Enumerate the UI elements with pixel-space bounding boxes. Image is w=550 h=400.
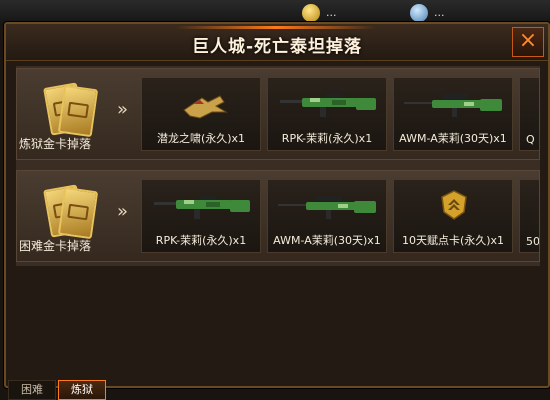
item-name: RPK-茉莉(永久)x1 (281, 132, 373, 145)
coin-amount: ... (326, 6, 337, 19)
coin-icon (302, 4, 320, 22)
sniper-icon (278, 196, 376, 219)
drop-dialog: 巨人城-死亡泰坦掉落 × 炼狱金卡掉落 » 潜龙之啸(永久)x1 RPK-茉莉(… (4, 22, 550, 388)
drop-item[interactable]: 50 (519, 179, 540, 253)
double-chevron-icon: » (117, 201, 129, 222)
gem-icon (410, 4, 428, 22)
title-glow (176, 26, 376, 29)
item-name: 10天赋点卡(永久)x1 (401, 234, 505, 247)
drop-item[interactable]: AWM-A茉莉(30天)x1 (393, 77, 513, 151)
tab-hard[interactable]: 困难 (8, 380, 56, 400)
dragon-weapon-icon (183, 95, 228, 119)
gem-amount: ... (434, 6, 445, 19)
row-label: 炼狱金卡掉落 (19, 137, 92, 151)
dialog-title: 巨人城-死亡泰坦掉落 (191, 37, 363, 57)
tab-purgatory[interactable]: 炼狱 (58, 380, 106, 400)
drop-item[interactable]: AWM-A茉莉(30天)x1 (267, 179, 387, 253)
drop-row-hard: 困难金卡掉落 » RPK-茉莉(永久)x1 AWM-A茉莉(30天)x1 10天… (16, 170, 540, 262)
item-name: 潜龙之啸(永久)x1 (156, 132, 246, 145)
rifle-icon (280, 94, 376, 117)
item-name: RPK-茉莉(永久)x1 (155, 234, 247, 247)
drop-item[interactable]: 10天赋点卡(永久)x1 (393, 179, 513, 253)
drop-item[interactable]: 潜龙之啸(永久)x1 (141, 77, 261, 151)
drop-list: 炼狱金卡掉落 » 潜龙之啸(永久)x1 RPK-茉莉(永久)x1 AWM-A茉莉… (16, 66, 540, 266)
item-name: 50 (526, 235, 540, 248)
gold-card-icon (41, 82, 99, 139)
drop-item[interactable]: Q (519, 77, 539, 151)
drop-item[interactable]: RPK-茉莉(永久)x1 (141, 179, 261, 253)
dialog-title-bar: 巨人城-死亡泰坦掉落 × (6, 24, 548, 61)
gold-card-icon (41, 184, 99, 241)
double-chevron-icon: » (117, 99, 129, 120)
drop-item[interactable]: RPK-茉莉(永久)x1 (267, 77, 387, 151)
talent-card-icon (441, 190, 467, 220)
close-button[interactable]: × (512, 27, 544, 57)
item-name: AWM-A茉莉(30天)x1 (273, 234, 381, 247)
item-name: Q (526, 133, 535, 146)
item-name: AWM-A茉莉(30天)x1 (399, 132, 507, 145)
drop-row-purgatory: 炼狱金卡掉落 » 潜龙之啸(永久)x1 RPK-茉莉(永久)x1 AWM-A茉莉… (16, 68, 540, 160)
rifle-icon (154, 196, 250, 219)
row-label: 困难金卡掉落 (19, 239, 92, 253)
sniper-icon (404, 94, 502, 117)
difficulty-tabs: 困难 炼狱 (4, 380, 546, 400)
